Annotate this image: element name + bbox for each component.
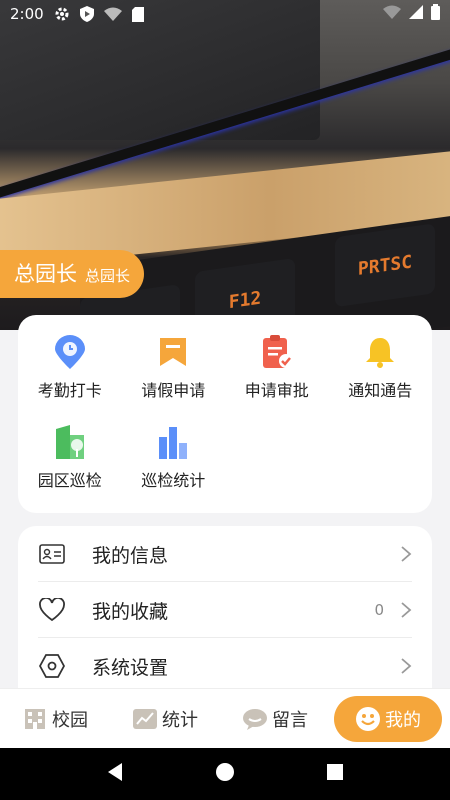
tab-label: 统计 <box>162 709 198 731</box>
menu-item-settings[interactable]: 系统设置 <box>18 638 432 694</box>
menu-item-my-favorites[interactable]: 我的收藏 0 <box>18 582 432 638</box>
recents-icon[interactable] <box>326 763 344 785</box>
status-time: 2:00 <box>10 5 44 23</box>
tab-label: 我的 <box>385 709 421 731</box>
back-icon[interactable] <box>106 762 124 786</box>
id-card-icon <box>38 540 66 568</box>
wifi-question-icon <box>103 7 122 21</box>
role-subtitle: 总园长 <box>85 267 131 285</box>
tab-messages[interactable]: 留言 <box>220 696 330 742</box>
leave-request-button[interactable]: 请假申请 <box>122 335 226 425</box>
chevron-right-icon <box>400 600 412 620</box>
approval-button[interactable]: 申请审批 <box>225 335 329 425</box>
shield-play-icon <box>79 6 94 22</box>
tab-campus[interactable]: 校园 <box>0 696 110 742</box>
signal-icon <box>409 5 423 23</box>
inspection-stats-button[interactable]: 巡检统计 <box>122 425 226 515</box>
chevron-right-icon <box>400 656 412 676</box>
home-icon[interactable] <box>215 762 235 786</box>
quick-action-label: 申请审批 <box>244 381 309 400</box>
heart-icon <box>38 596 66 624</box>
role-badge: 总园长 总园长 <box>0 250 145 298</box>
speech-bubble-icon <box>242 706 268 732</box>
attendance-checkin-button[interactable]: 考勤打卡 <box>18 335 122 425</box>
tab-mine[interactable]: 我的 <box>334 695 442 742</box>
menu-item-my-info[interactable]: 我的信息 <box>18 526 432 582</box>
menu-item-label: 我的信息 <box>92 544 169 567</box>
quick-actions-card: 考勤打卡 请假申请 申请审批 通知通告 园区巡检 巡检统计 <box>18 315 432 513</box>
school-building-icon <box>22 706 48 732</box>
stats-chart-icon <box>132 706 158 732</box>
bell-icon <box>363 335 397 369</box>
clipboard-check-icon <box>260 335 294 369</box>
tab-stats[interactable]: 统计 <box>110 696 220 742</box>
system-navigation-bar <box>0 748 450 800</box>
location-pin-icon <box>53 335 87 369</box>
hexagon-settings-icon <box>38 652 66 680</box>
quick-action-label: 园区巡检 <box>37 471 102 490</box>
quick-action-label: 请假申请 <box>141 381 206 400</box>
favorites-count: 0 <box>374 601 384 619</box>
settings-menu-card: 我的信息 我的收藏 0 系统设置 <box>18 526 432 706</box>
battery-icon <box>431 4 440 24</box>
building-tree-icon <box>53 425 87 459</box>
smiley-face-icon <box>355 706 381 732</box>
menu-item-label: 我的收藏 <box>92 600 169 623</box>
bar-chart-icon <box>156 425 190 459</box>
sd-card-icon <box>131 6 144 22</box>
gear-icon <box>54 6 70 22</box>
tab-label: 留言 <box>272 709 308 731</box>
tab-label: 校园 <box>52 709 88 731</box>
status-bar: 2:00 <box>0 0 450 28</box>
quick-action-label: 巡检统计 <box>141 471 206 490</box>
photo-key: PRTSC <box>335 223 435 308</box>
chevron-right-icon <box>400 544 412 564</box>
bookmark-icon <box>156 335 190 369</box>
menu-item-label: 系统设置 <box>92 656 169 679</box>
role-title: 总园长 <box>14 262 77 286</box>
notices-button[interactable]: 通知通告 <box>329 335 433 425</box>
quick-action-label: 考勤打卡 <box>37 381 102 400</box>
bottom-tab-bar: 校园 统计 留言 我的 <box>0 688 450 748</box>
campus-inspection-button[interactable]: 园区巡检 <box>18 425 122 515</box>
wifi-off-icon <box>383 5 401 23</box>
quick-action-label: 通知通告 <box>348 381 413 400</box>
